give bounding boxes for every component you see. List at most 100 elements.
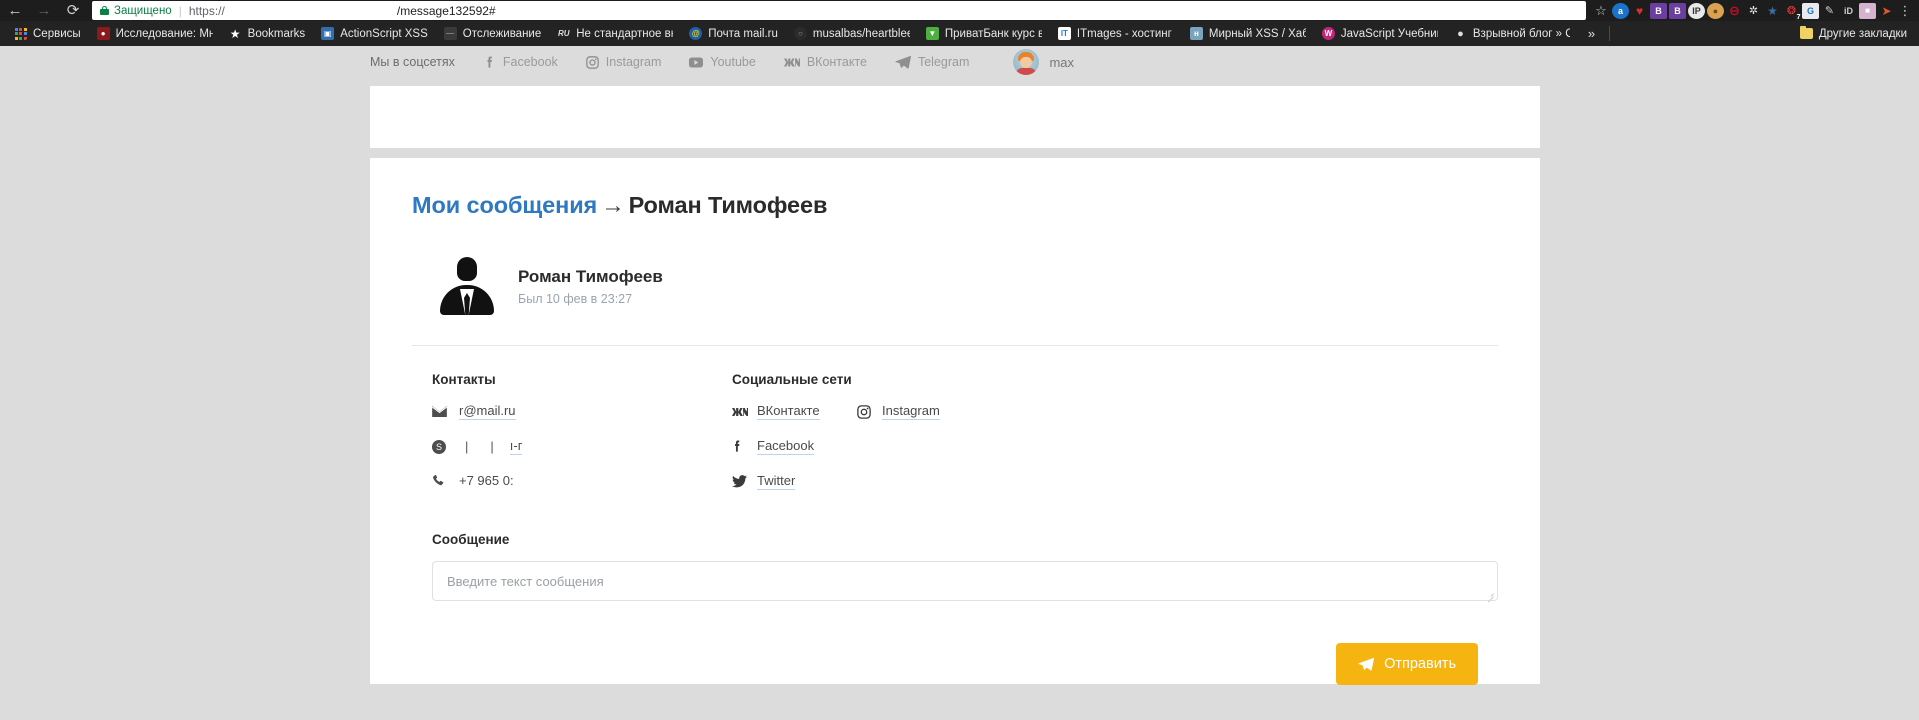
message-input[interactable]: Введите текст сообщения [432,561,1498,601]
social-twitter-link[interactable]: Twitter [757,473,796,490]
bookmark-label: Почта mail.ru [708,27,778,40]
bookmark-explosive-blog[interactable]: ● Взрывной блог » Сп [1446,23,1578,44]
ip-lookup-extension-icon[interactable]: IP [1688,2,1705,19]
contacts-title: Контакты [432,372,496,387]
url-path: /message132592# [396,3,496,18]
browser-toolbar: ← → ⟳ Защищено | https:// /message132592… [0,0,1919,22]
bookmark-label: ActionScript XSS [340,27,428,40]
vk-icon [732,407,748,417]
bitwarden-extension-icon[interactable]: B [1650,2,1667,19]
address-bar[interactable]: Защищено | https:// /message132592# [92,1,1586,20]
send-button[interactable]: Отправить [1336,643,1478,685]
socials-title: Социальные сети [732,372,852,387]
google-translate-extension-icon[interactable]: G [1802,2,1819,19]
info-columns: Контакты r@mail.ru S | | ı-г +7 965 0: С… [412,372,1498,508]
telegram-icon [895,55,911,69]
breadcrumb-my-messages-link[interactable]: Мои сообщения [412,192,597,218]
bookmarks-divider [1609,26,1611,41]
social-link-vk[interactable]: ВКонтакте [783,55,867,69]
bookmark-label: Мирный XSS / Хабра [1208,27,1306,40]
favicon-blog-icon: ● [1457,27,1464,40]
breadcrumb-current: Роман Тимофеев [628,192,828,218]
ghostery-extension-icon[interactable]: ⊖ [1726,3,1743,19]
bookmark-heartbleed-repo[interactable]: ○ musalbas/heartbleed [786,23,918,44]
contact-row-email: r@mail.ru [432,403,732,420]
bookmark-itmages[interactable]: IT ITmages - хостинг из [1050,23,1182,44]
notifications-extension-icon[interactable]: ❂ 7 [1783,3,1802,22]
contact-email-value[interactable]: r@mail.ru [459,403,516,420]
bookmark-bookmarks[interactable]: ★ Bookmarks [221,23,314,44]
bookmark-privatbank[interactable]: ▼ ПриватБанк курс ва [918,23,1050,44]
bookmark-label: Взрывной блог » Сп [1472,27,1570,40]
contact-phone-value: +7 965 0: [459,473,514,488]
user-account-chip[interactable]: max [1013,49,1074,75]
proxy-extension-icon[interactable]: ✲ [1745,3,1762,19]
toolbar-right-icons: ☆ a ♥ B B IP ● ⊖ ✲ ★ ❂ 7 G ✎ iD ■ ➤ ⋮ [1592,2,1913,22]
user-avatar [1013,49,1040,75]
message-label: Сообщение [432,532,510,547]
social-instagram-link[interactable]: Instagram [882,403,940,420]
instagram-icon [857,404,873,419]
browser-extension-b-icon[interactable]: B [1669,2,1686,19]
omnibox-divider: | [178,3,182,18]
contact-row-skype: S | | ı-г [432,438,732,455]
bookmark-tracking[interactable]: — Отслеживание [436,23,549,44]
cookie-manager-extension-icon[interactable]: ● [1707,2,1724,19]
bookmarks-overflow-button[interactable]: » [1578,26,1605,41]
bookmarks-bar: Сервисы ● Исследование: Мно ★ Bookmarks … [0,21,1919,46]
bookmark-actionscript-xss[interactable]: ▣ ActionScript XSS [313,23,436,44]
message-card: Мои сообщения → Роман Тимофеев Роман Тимоф… [370,158,1540,685]
bookmark-services[interactable]: Сервисы [6,23,89,44]
social-facebook-link[interactable]: Facebook [757,438,815,455]
social-link-instagram[interactable]: Instagram [585,55,661,69]
social-row-facebook: Facebook [732,438,857,455]
firefox-like-extension-icon[interactable]: ➤ [1878,3,1895,19]
shopping-bag-extension-icon[interactable]: ■ [1859,2,1876,19]
favicon-actionscript-icon: ▣ [321,27,335,40]
heartbleed-extension-icon[interactable]: ♥ [1631,3,1648,19]
send-button-label: Отправить [1384,656,1456,672]
envelope-icon [432,406,449,417]
favicon-habr-icon: н [1189,27,1203,40]
social-row-vk: ВКонтакте [732,403,857,420]
social-link-youtube[interactable]: Youtube [689,55,756,69]
back-arrow-icon[interactable]: ← [6,2,24,20]
reload-icon[interactable]: ⟳ [64,2,82,20]
resize-handle-icon[interactable] [1486,589,1494,597]
socials-grid: ВКонтакте Facebook Twitter Instagram [732,403,1152,508]
lock-icon [100,6,109,15]
bookmark-nonstandard[interactable]: RU Не стандартное вне [549,23,681,44]
bookmark-habr-xss[interactable]: н Мирный XSS / Хабра [1182,23,1314,44]
contact-skype-value[interactable]: ı-г [509,438,523,455]
bookmark-label: musalbas/heartbleed [812,27,910,40]
bookmark-label: ПриватБанк курс ва [944,27,1042,40]
social-link-label: Telegram [917,55,970,69]
social-vk-link[interactable]: ВКонтакте [757,403,820,420]
other-bookmarks-button[interactable]: Другие закладки [1799,26,1913,40]
contacts-column: Контакты r@mail.ru S | | ı-г +7 965 0: [432,372,732,508]
profile-last-seen: Был 10 фев в 23:27 [518,291,633,306]
bookmark-label: Исследование: Мно [115,27,213,40]
adblock-extension-icon[interactable]: a [1612,2,1629,19]
paper-plane-icon [1358,657,1375,671]
bookmark-research[interactable]: ● Исследование: Мно [89,23,221,44]
favicon-tracking-icon: — [443,27,457,40]
bookmark-javascript-tutorial[interactable]: W JavaScript Учебник - [1314,23,1446,44]
shield-extension-icon[interactable]: ★ [1764,3,1781,19]
favicon-javascript-icon: W [1321,27,1335,40]
secure-label: Защищено [114,4,172,17]
edit-pencil-extension-icon[interactable]: ✎ [1821,3,1838,19]
bookmark-label: ITmages - хостинг из [1076,27,1174,40]
navigation-buttons: ← → ⟳ [6,2,92,20]
profile-header: Роман Тимофеев Был 10 фев в 23:27 [412,255,1498,317]
star-icon[interactable]: ☆ [1592,3,1610,19]
page-content: Мы в соцсетях Facebook Instagram Youtube [0,46,1919,720]
social-link-telegram[interactable]: Telegram [895,55,969,69]
social-link-facebook[interactable]: Facebook [483,55,558,70]
vk-icon [783,57,800,68]
bookmark-mailru[interactable]: @ Почта mail.ru [681,23,786,44]
kebab-menu-icon[interactable]: ⋮ [1897,4,1913,17]
default-person-silhouette-icon [436,255,498,317]
breadcrumb: Мои сообщения → Роман Тимофеев [412,192,1498,219]
identity-extension-icon[interactable]: iD [1840,3,1857,19]
